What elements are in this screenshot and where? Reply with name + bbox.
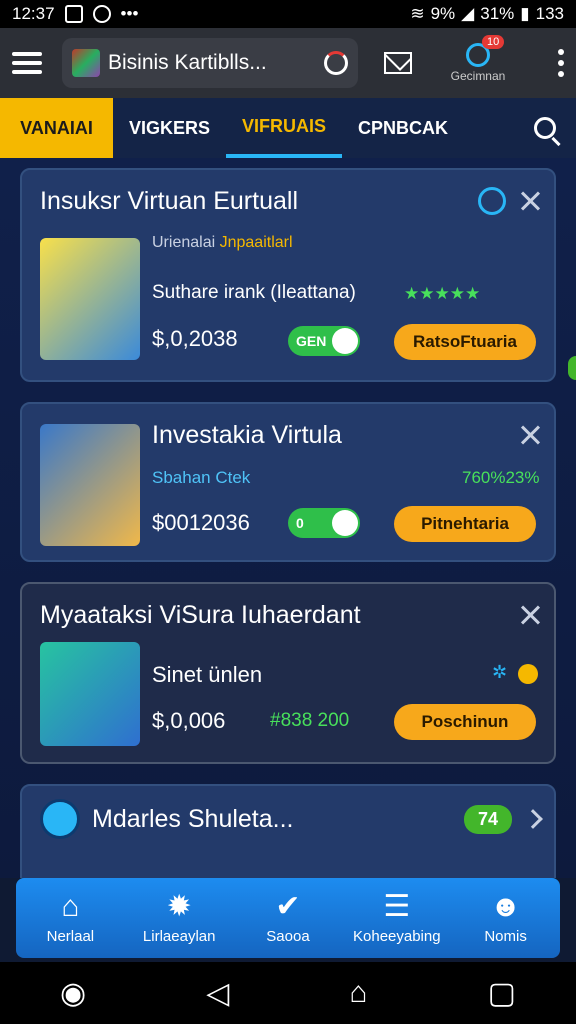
battery-percent: 31% [480, 4, 515, 23]
close-icon[interactable] [520, 605, 540, 625]
nav-item-list[interactable]: ☰ Koheeyabing [342, 878, 451, 958]
card-subtitle: Urienalai Jnpaaitlarl [152, 234, 293, 251]
card-title: Insuksr Virtuan Eurtuall [40, 186, 298, 215]
bottom-nav: ⌂ Nerlaal ✹ Lirlaeaylan ✔ Saooa ☰ Koheey… [16, 878, 560, 958]
card-thumbnail [40, 424, 140, 546]
card-toggle[interactable]: 0 [288, 508, 360, 538]
card-toggle[interactable]: GEN [288, 326, 360, 356]
close-icon[interactable] [520, 191, 540, 211]
list-icon: ☰ [383, 889, 411, 923]
system-nav-bar: ◉ ◁ ⌂ ▢ [0, 962, 576, 1024]
card-title: Mdarles Shuleta... [92, 804, 294, 833]
nav-item-settings[interactable]: ✹ Lirlaeaylan [125, 878, 234, 958]
card-description: Sinet ünlen [152, 662, 263, 687]
tab-vifruais[interactable]: VIFRUAIS [226, 98, 343, 158]
card-action-button[interactable]: RatsoFtuaria [394, 324, 536, 360]
close-icon[interactable] [520, 425, 540, 445]
tab-vigkers[interactable]: VIGKERS [113, 98, 226, 158]
card-action-button[interactable]: Pitnehtaria [394, 506, 536, 542]
nav-label: Lirlaeaylan [142, 927, 216, 945]
back-icon[interactable]: ◁ [206, 976, 229, 1011]
card-3[interactable]: Myaataksi ViSura Iuhaerdant Sinet ünlen … [20, 582, 556, 764]
card-price: $,0,2038 [152, 326, 238, 351]
card-action-button[interactable]: Poschinun [394, 704, 536, 740]
toggle-knob [332, 328, 358, 354]
card-price: $0012036 [152, 510, 250, 535]
star-rating: ★★★★★ [404, 284, 481, 303]
search-icon[interactable] [534, 117, 556, 139]
card-1[interactable]: Insuksr Virtuan Eurtuall Urienalai Jnpaa… [20, 168, 556, 382]
tab-cpnbcak[interactable]: CPNBCAK [342, 98, 464, 158]
assistant-icon[interactable]: ◉ [60, 976, 86, 1011]
card-thumbnail [40, 238, 140, 360]
tab-vanaiai[interactable]: VANAIAI [0, 98, 113, 158]
app-header: Bisinis Kartiblls... 10 Gecimnan [0, 28, 576, 98]
card-price: $,0,006 [152, 708, 226, 733]
notification-label: Gecimnan [450, 69, 506, 83]
toggle-label: 0 [296, 515, 304, 531]
sparkle-icon: ✲ [492, 662, 508, 682]
card-subtitle-highlight: Jnpaaitlarl [219, 234, 293, 251]
recents-icon[interactable]: ▢ [488, 976, 516, 1011]
toggle-knob [332, 510, 358, 536]
camera-icon [92, 5, 111, 23]
check-icon: ✔ [275, 889, 301, 923]
toggle-label: GEN [296, 333, 327, 349]
info-icon[interactable] [478, 187, 506, 215]
nav-item-check[interactable]: ✔ Saooa [234, 878, 343, 958]
clock: 12:37 [12, 4, 55, 23]
card-2[interactable]: Investakia Virtula Sbahan Ctek 760%23% $… [20, 402, 556, 562]
card-thumbnail [40, 642, 140, 746]
coin-icon [518, 664, 538, 684]
nav-label: Koheeyabing [353, 927, 441, 945]
mail-icon[interactable] [384, 52, 412, 74]
user-icon: ☻ [489, 889, 522, 923]
card-description: Suthare irank (Ileattana) [152, 282, 356, 303]
more-options-icon[interactable] [558, 49, 564, 77]
app-title: Bisinis Kartiblls... [108, 51, 267, 74]
globe-icon [40, 799, 80, 839]
nav-item-profile[interactable]: ☻ Nomis [451, 878, 560, 958]
home-button-icon[interactable]: ⌂ [349, 976, 367, 1010]
gallery-icon [64, 5, 83, 23]
card-stat: #838 200 [270, 710, 350, 731]
tab-bar: VANAIAI VIGKERS VIFRUAIS CPNBCAK [0, 98, 576, 158]
menu-icon[interactable] [12, 52, 42, 74]
battery-icon: ▮ [520, 4, 530, 23]
side-indicator [568, 356, 576, 380]
refresh-icon[interactable] [324, 51, 348, 75]
app-logo-icon [72, 49, 100, 77]
status-bar: 12:37 ••• ≋ 9% ◢ 31% ▮ 133 [0, 0, 576, 28]
card-subtitle: Sbahan Ctek [152, 468, 251, 487]
chevron-right-icon[interactable] [523, 809, 543, 829]
app-title-chip[interactable]: Bisinis Kartiblls... [62, 38, 358, 88]
signal-icon: ◢ [461, 4, 475, 23]
home-icon: ⌂ [61, 889, 80, 923]
card-stat: 760%23% [462, 468, 540, 487]
wifi-icon: ≋ [410, 4, 425, 23]
status-extra: 133 [535, 4, 564, 23]
nav-label: Saooa [266, 927, 310, 945]
nav-item-home[interactable]: ⌂ Nerlaal [16, 878, 125, 958]
card-list: Insuksr Virtuan Eurtuall Urienalai Jnpaa… [0, 158, 576, 878]
signal-percent: 9% [430, 4, 456, 23]
nav-label: Nerlaal [46, 927, 95, 945]
card-4[interactable]: Mdarles Shuleta... 74 [20, 784, 556, 878]
nav-label: Nomis [484, 927, 527, 945]
gear-icon: ✹ [166, 889, 192, 923]
notifications-button[interactable]: 10 Gecimnan [438, 35, 518, 83]
more-notifications-icon: ••• [120, 4, 139, 23]
notification-badge: 10 [482, 35, 505, 49]
card-title: Myaataksi ViSura Iuhaerdant [40, 600, 361, 629]
card-badge: 74 [463, 804, 512, 834]
